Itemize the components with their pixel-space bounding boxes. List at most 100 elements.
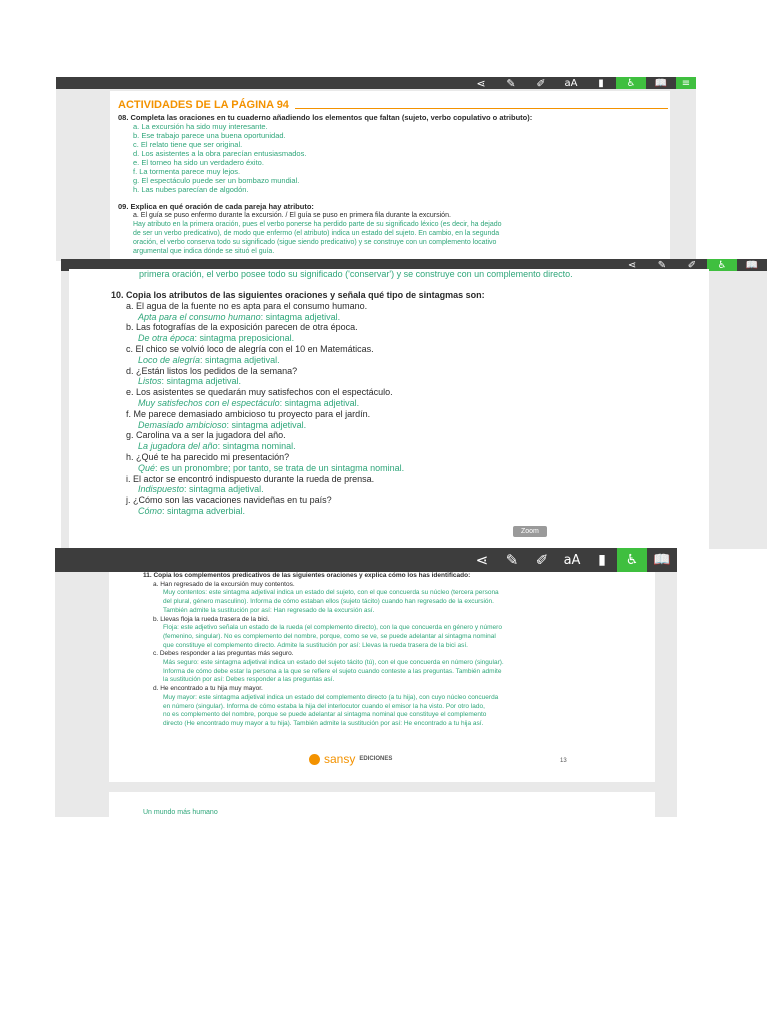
q10-list: a. El agua de la fuente no es apta para …: [111, 301, 485, 517]
q11-prompt: 11. Copia los complementos predicativos …: [143, 572, 471, 579]
q08-item: a. La excursión ha sido muy interesante.: [133, 122, 268, 131]
q10-attribute: Listos: [138, 376, 162, 387]
reader-toolbar: ⋖ ✎ ✐ aA ▮ ♿ 📖: [55, 548, 677, 572]
q11-answer-line: Informa de cómo debe estar la persona a …: [163, 667, 502, 675]
book-icon[interactable]: 📖: [646, 77, 676, 89]
q10-answer: Indispuesto: sintagma adjetival.: [126, 484, 485, 495]
q10-question: i. El actor se encontró indispuesto dura…: [126, 473, 375, 484]
pencil-icon[interactable]: ✎: [497, 548, 527, 572]
q11-answer-line: del plural, género masculino). Informa d…: [163, 598, 494, 606]
q09-answer: de ser un verbo predicativo), de modo qu…: [133, 230, 500, 237]
book-icon[interactable]: 📖: [737, 259, 767, 271]
q10-question: e. Los asistentes se quedarán muy satisf…: [126, 387, 393, 398]
q10-type: : sintagma nominal.: [217, 441, 296, 452]
q10-attribute: La jugadora del año: [138, 441, 218, 452]
q10-prompt: 10. Copia los atributos de las siguiente…: [111, 290, 485, 300]
page-94-activities: ACTIVIDADES DE LA PÁGINA 94 08. Completa…: [110, 91, 670, 261]
q10-question: d. ¿Están listos los pedidos de la seman…: [126, 365, 298, 376]
accessibility-icon[interactable]: ♿: [707, 259, 737, 271]
q10-attribute: Cómo: [138, 505, 163, 516]
sansy-logo-icon: [309, 753, 320, 765]
q11-answer-line: que constituye el complemento directo. A…: [163, 641, 468, 649]
book-icon[interactable]: 📖: [647, 548, 677, 572]
q10-type: : sintagma adjetival.: [226, 419, 307, 430]
q10-attribute: Loco de alegría: [138, 354, 201, 365]
q11-answer-line: la sustitución por así: Debes responder …: [163, 676, 335, 684]
marker-icon[interactable]: ✐: [527, 548, 557, 572]
q09-answer: oración, el verbo conserva todo su signi…: [133, 239, 497, 246]
q10-question: h. ¿Qué te ha parecido mi presentación?: [126, 451, 290, 462]
publisher-logo: sansy EDICIONES: [309, 752, 392, 766]
screenshot-2: ⋖ ✎ ✐ ♿ 📖 primera oración, el verbo pose…: [61, 259, 767, 549]
q11-question: a. Han regresado de la excursión muy con…: [153, 580, 295, 588]
font-size-icon[interactable]: aA: [556, 77, 586, 89]
q10-answer: De otra época: sintagma preposicional.: [126, 333, 485, 344]
q08-prompt: 08. Completa las oraciones en tu cuadern…: [118, 113, 533, 122]
q10-attribute: De otra época: [138, 333, 195, 344]
q11-answer-line: Muy mayor: este sintagma adjetival indic…: [163, 693, 499, 701]
q11-answer-line: directo (He encontrado muy mayor a tu hi…: [163, 719, 484, 727]
q08-item: h. Las nubes parecían de algodón.: [133, 185, 249, 194]
q10-type: : sintagma adjetival.: [260, 311, 341, 322]
q10-question: g. Carolina va a ser la jugadora del año…: [126, 430, 286, 441]
q10-type: : es un pronombre; por tanto, se trata d…: [155, 462, 405, 473]
q08-item: b. Ese trabajo parece una buena oportuni…: [133, 131, 286, 140]
q10-attribute: Muy satisfechos con el espectáculo: [138, 397, 280, 408]
q09-item-a: a. El guía se puso enfermo durante la ex…: [133, 212, 451, 219]
menu-icon[interactable]: ≡: [676, 77, 696, 89]
share-icon[interactable]: ⋖: [466, 77, 496, 90]
q09-answer: argumental que indica dónde se situó el …: [133, 248, 275, 255]
q08-item: e. El torneo ha sido un verdadero éxito.: [133, 158, 264, 167]
q11-answer-line: (femenino, singular). No es complemento …: [163, 632, 496, 640]
q10-type: : sintagma adjetival.: [200, 354, 280, 365]
q10-attribute: Indispuesto: [138, 484, 185, 495]
q11-question: b. Llevas floja la rueda trasera de la b…: [153, 615, 270, 623]
screenshot-3: ⋖ ✎ ✐ aA ▮ ♿ 📖 11. Copia los complemento…: [55, 548, 677, 817]
marker-icon[interactable]: ✐: [526, 77, 556, 90]
q10-attribute: Demasiado ambicioso: [138, 419, 227, 430]
q10-attribute: Qué: [138, 462, 156, 473]
page-13-activities: 11. Copia los complementos predicativos …: [109, 572, 655, 782]
share-icon[interactable]: ⋖: [467, 548, 497, 572]
reader-toolbar: ⋖ ✎ ✐ aA ▮ ♿ 📖 ≡: [56, 77, 696, 90]
q10-attribute: Apta para el consumo humano: [138, 311, 261, 322]
q10-type: : sintagma adverbial.: [162, 505, 246, 516]
q08-item: f. La tormenta parece muy lejos.: [133, 167, 241, 176]
q10-question: f. Me parece demasiado ambicioso tu proy…: [126, 408, 371, 419]
pencil-icon[interactable]: ✎: [496, 77, 526, 90]
q10-question: c. El chico se volvió loco de alegría co…: [126, 343, 374, 354]
q11-answer-line: También admite la sustitución por así: H…: [163, 606, 375, 614]
brand-sub: EDICIONES: [359, 756, 393, 762]
title-rule: [294, 107, 668, 109]
q10-type: : sintagma adjetival.: [161, 376, 242, 387]
zoom-button[interactable]: Zoom: [513, 526, 547, 537]
q11-answer-line: Muy contentos: este sintagma adjetival i…: [163, 589, 499, 597]
q11-answer-line: en número (singular). Informa de cómo es…: [163, 702, 485, 710]
overlap-line: primera oración, el verbo posee todo su …: [139, 269, 573, 279]
screenshot-1: ⋖ ✎ ✐ aA ▮ ♿ 📖 ≡ ACTIVIDADES DE LA PÁGIN…: [56, 77, 696, 261]
q08-item: d. Los asistentes a la obra parecían ent…: [133, 149, 307, 158]
bookmark-icon[interactable]: ▮: [586, 77, 616, 89]
q10-answer: Cómo: sintagma adverbial.: [126, 506, 485, 517]
q08-item: c. El relato tiene que ser original.: [133, 140, 243, 149]
q10-answer: Qué: es un pronombre; por tanto, se trat…: [126, 463, 485, 474]
q10-answer: Loco de alegría: sintagma adjetival.: [126, 355, 485, 366]
q11-question: d. He encontrado a tu hija muy mayor.: [153, 685, 263, 693]
q11-question: c. Debes responder a las preguntas más s…: [153, 650, 294, 658]
q10-type: : sintagma adjetival.: [184, 484, 264, 495]
q10-answer: Apta para el consumo humano: sintagma ad…: [126, 312, 485, 323]
q10-answer: Muy satisfechos con el espectáculo: sint…: [126, 398, 485, 409]
brand-name: sansy: [324, 752, 356, 766]
q10-type: : sintagma preposicional.: [194, 333, 295, 344]
next-page: Un mundo más humano: [109, 792, 655, 817]
q10-answer: La jugadora del año: sintagma nominal.: [126, 441, 485, 452]
bookmark-icon[interactable]: ▮: [587, 548, 617, 572]
q11-list: a. Han regresado de la excursión muy con…: [143, 581, 504, 729]
page-number: 13: [560, 758, 567, 764]
font-size-icon[interactable]: aA: [557, 548, 587, 572]
accessibility-icon[interactable]: ♿: [616, 77, 646, 89]
q09-answer: Hay atributo en la primera oración, pues…: [133, 221, 502, 228]
q11-answer-line: Más seguro: este sintagma adjetival indi…: [163, 659, 504, 667]
accessibility-icon[interactable]: ♿: [617, 548, 647, 572]
section-title: ACTIVIDADES DE LA PÁGINA 94: [118, 99, 289, 111]
